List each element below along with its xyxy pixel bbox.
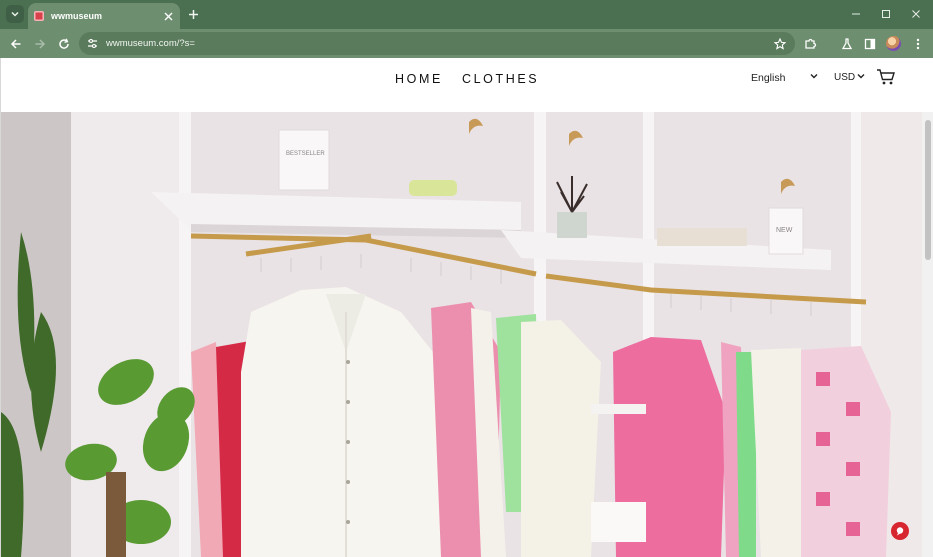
arrow-right-icon <box>35 38 45 49</box>
close-window-button[interactable] <box>907 5 925 23</box>
chat-icon <box>896 527 904 536</box>
kebab-menu-icon <box>916 38 919 49</box>
tab-close-button[interactable] <box>161 9 175 23</box>
arrow-left-icon <box>10 38 20 49</box>
new-sign: NEW <box>776 227 793 234</box>
flask-icon <box>841 37 852 49</box>
site-info-button[interactable] <box>85 37 99 51</box>
plus-icon <box>188 9 198 19</box>
tab-search-button[interactable] <box>6 5 24 23</box>
profile-avatar[interactable] <box>886 36 901 51</box>
labs-button[interactable] <box>838 35 855 52</box>
web-page: HOME CLOTHES English USD BESTSELLER NEW <box>0 58 933 557</box>
browser-menu-button[interactable] <box>909 35 926 52</box>
reload-button[interactable] <box>55 35 72 52</box>
page-scrollbar[interactable] <box>922 112 933 557</box>
browser-toolbar: wwmuseum.com/?s= <box>0 29 933 58</box>
url-text[interactable]: wwmuseum.com/?s= <box>106 38 772 49</box>
browser-tab-active[interactable]: wwmuseum <box>28 3 180 29</box>
maximize-button[interactable] <box>877 5 895 23</box>
site-favicon <box>34 11 44 21</box>
tune-icon <box>87 38 97 49</box>
side-panel-icon <box>864 38 875 49</box>
nav-home-link[interactable]: HOME <box>395 72 443 86</box>
star-icon <box>774 37 786 50</box>
maximize-icon <box>882 10 890 18</box>
hero-banner-image: BESTSELLER NEW <box>1 112 922 557</box>
bestseller-sign: BESTSELLER <box>286 151 325 157</box>
address-bar[interactable]: wwmuseum.com/?s= <box>79 32 795 55</box>
puzzle-icon <box>805 38 817 49</box>
chevron-down-icon <box>810 74 818 79</box>
forward-button[interactable] <box>31 35 48 52</box>
side-panel-button[interactable] <box>861 35 878 52</box>
chat-widget-button[interactable] <box>891 522 909 540</box>
scroll-thumb[interactable] <box>925 120 931 260</box>
chevron-down-icon <box>857 74 865 79</box>
chevron-down-icon <box>11 11 19 17</box>
back-button[interactable] <box>7 35 24 52</box>
browser-tab-bar: wwmuseum <box>0 0 933 29</box>
language-selector[interactable]: English <box>751 72 785 84</box>
currency-selector[interactable]: USD <box>834 72 855 83</box>
minimize-button[interactable] <box>847 5 865 23</box>
nav-clothes-link[interactable]: CLOTHES <box>462 72 539 86</box>
tab-title: wwmuseum <box>51 11 103 21</box>
close-icon <box>912 10 920 18</box>
new-tab-button[interactable] <box>185 6 201 22</box>
extensions-button[interactable] <box>802 35 819 52</box>
bookmark-button[interactable] <box>772 36 788 52</box>
cart-icon[interactable] <box>876 68 896 86</box>
reload-icon <box>58 38 69 49</box>
close-icon <box>164 12 172 20</box>
site-header: HOME CLOTHES English USD <box>1 58 922 112</box>
boutique-rack-illustration: BESTSELLER NEW <box>1 112 922 557</box>
minimize-icon <box>852 13 860 15</box>
